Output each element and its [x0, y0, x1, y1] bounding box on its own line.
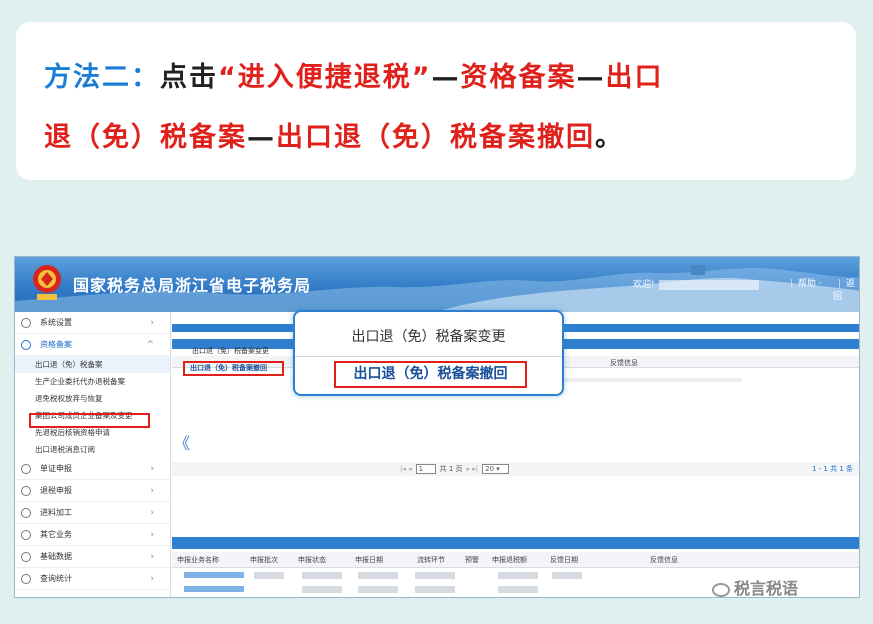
- table-cell: [498, 572, 538, 579]
- list-icon: [21, 529, 31, 540]
- username-redacted: [658, 279, 759, 290]
- wechat-icon: [712, 582, 730, 597]
- sidebar-item-qualification-filing[interactable]: 资格备案 ^: [15, 334, 170, 356]
- step-separator: —: [247, 122, 276, 153]
- highlight-box-export-filing: [29, 413, 150, 428]
- table-row-link[interactable]: [184, 572, 244, 578]
- mini-tab-change[interactable]: 出口退（免）税备案变更: [192, 346, 269, 356]
- step-qualification-filing: 资格备案: [460, 62, 577, 93]
- total-pages: 共 1 页: [439, 465, 463, 473]
- step-enter-quick-refund: “进入便捷退税”: [218, 62, 432, 93]
- instruction-line-1: 方法二：点击“进入便捷退税”—资格备案—出口: [44, 55, 664, 94]
- first-page-icon[interactable]: |◂ ◂: [400, 465, 412, 473]
- step-separator: —: [576, 62, 606, 93]
- instruction-card: 方法二：点击“进入便捷退税”—资格备案—出口 退（免）税备案—出口退（免）税备案…: [16, 22, 856, 180]
- period: 。: [595, 122, 624, 153]
- step-filing-revoke: 出口退（免）税备案撤回: [276, 122, 595, 153]
- zoomed-menu-popup: 出口退（免）税备案变更 出口退（免）税备案撤回: [293, 310, 564, 396]
- next-page-icon[interactable]: ▸ ▸|: [467, 465, 479, 473]
- sidebar-item-processing[interactable]: 进料加工 ›: [15, 502, 170, 524]
- menu-option-filing-revoke[interactable]: 出口退（免）税备案撤回: [334, 361, 527, 388]
- tax-emblem-icon: [33, 265, 61, 300]
- sidebar-item-basic-data[interactable]: 基础数据 ›: [15, 546, 170, 568]
- sidebar-item-other-business[interactable]: 其它业务 ›: [15, 524, 170, 546]
- database-icon: [21, 551, 31, 562]
- sidebar-item-system-settings[interactable]: 系统设置 ›: [15, 312, 170, 334]
- table-row-link[interactable]: [184, 586, 244, 592]
- table-cell: [302, 586, 342, 593]
- table-cell: [552, 572, 582, 579]
- chevron-right-icon: ›: [150, 551, 154, 562]
- step-separator: —: [431, 62, 461, 93]
- chevron-right-icon: ›: [150, 463, 154, 474]
- sidebar-subitem-export-filing[interactable]: 出口退（免）税备案: [15, 356, 170, 373]
- table-cell: [302, 572, 342, 579]
- sidebar-item-refund-declaration[interactable]: 退税申报 ›: [15, 480, 170, 502]
- instruction-line-2: 退（免）税备案—出口退（免）税备案撤回。: [44, 115, 624, 154]
- chevron-right-icon: ›: [150, 317, 154, 328]
- sidebar-subitem-message-subscribe[interactable]: 出口退税消息订阅: [15, 441, 170, 458]
- chevron-right-icon: ›: [150, 507, 154, 518]
- sidebar-subitem-entrusted-refund[interactable]: 生产企业委托代办退税备案: [15, 373, 170, 390]
- declaration-table-header: 申报业务名称 申报批次 申报状态 申报日期 流转环节 预警 申报退税额 反馈日期…: [172, 552, 859, 568]
- sidebar-item-document-declaration[interactable]: 单证申报 ›: [15, 458, 170, 480]
- shield-icon: [21, 339, 31, 350]
- site-title: 国家税务总局浙江省电子税务局: [73, 276, 312, 295]
- table-cell: [415, 572, 455, 579]
- table-cell: [358, 572, 398, 579]
- document-icon: [21, 463, 31, 474]
- watermark: 税言税语: [712, 575, 798, 599]
- chevron-up-icon: ^: [146, 339, 154, 350]
- collapse-sidebar-button[interactable]: 《: [174, 430, 190, 454]
- table-cell: [498, 586, 538, 593]
- help-link[interactable]: | 帮助 ·: [785, 276, 822, 289]
- sidebar-item-query-stats[interactable]: 查询统计 ›: [15, 568, 170, 590]
- pagination-controls: |◂ ◂ 1 共 1 页 ▸ ▸| 20 ▾: [400, 464, 510, 474]
- table-cell: [415, 586, 455, 593]
- sidebar: 系统设置 › 资格备案 ^ 出口退（免）税备案 生产企业委托代办退税备案 退免税…: [15, 312, 171, 597]
- chevron-right-icon: ›: [150, 573, 154, 584]
- step-export-filing-part1: 出口: [605, 62, 664, 93]
- table-cell: [254, 572, 284, 579]
- divider: [295, 356, 562, 357]
- page-size-select[interactable]: 20 ▾: [482, 464, 510, 474]
- table-cell: [358, 586, 398, 593]
- pagination-summary: 1 - 1 共 1 条: [811, 465, 853, 473]
- mini-tab-revoke[interactable]: 出口退（免）税备案撤回: [183, 361, 284, 376]
- welcome-text: 欢迎!: [633, 277, 759, 290]
- back-link[interactable]: | 返回: [833, 276, 859, 302]
- click-text: 点击: [160, 62, 218, 93]
- box-icon: [21, 507, 31, 518]
- chevron-right-icon: ›: [150, 529, 154, 540]
- method-label: 方法二：: [44, 62, 160, 93]
- section-bar: [172, 537, 859, 549]
- pagination-bar: |◂ ◂ 1 共 1 页 ▸ ▸| 20 ▾ 1 - 1 共 1 条: [172, 462, 859, 476]
- menu-option-filing-change[interactable]: 出口退（免）税备案变更: [295, 326, 562, 346]
- search-icon: [21, 573, 31, 584]
- site-banner: 国家税务总局浙江省电子税务局 欢迎! | 帮助 · | 返回: [15, 257, 859, 312]
- tax-bureau-screenshot: 国家税务总局浙江省电子税务局 欢迎! | 帮助 · | 返回 系统设置 › 资格备案…: [14, 256, 860, 598]
- page-input[interactable]: 1: [415, 464, 436, 474]
- chevron-right-icon: ›: [150, 485, 154, 496]
- money-icon: [21, 485, 31, 496]
- step-export-filing-part2: 退（免）税备案: [44, 122, 247, 153]
- gear-icon: [21, 317, 31, 328]
- sidebar-subitem-waiver[interactable]: 退免税权放弃与恢复: [15, 390, 170, 407]
